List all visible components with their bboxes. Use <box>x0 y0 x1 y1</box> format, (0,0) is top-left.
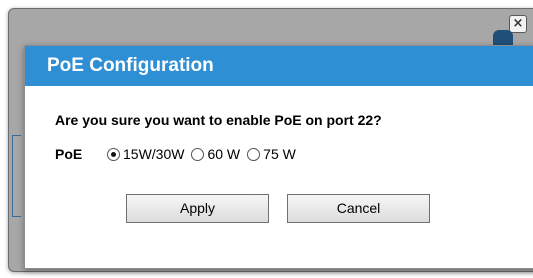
poe-label: PoE <box>55 146 83 162</box>
radio-label-75w: 75 W <box>263 146 296 162</box>
radio-icon[interactable] <box>191 147 205 161</box>
apply-button[interactable]: Apply <box>126 194 269 223</box>
cancel-button[interactable]: Cancel <box>287 194 430 223</box>
radio-option-15w-30w[interactable]: 15W/30W <box>107 146 184 162</box>
radio-icon[interactable] <box>107 147 120 161</box>
background-panel-edge <box>12 135 21 217</box>
screen: × PoE Configuration Are you sure you wan… <box>0 0 533 278</box>
dialog-titlebar: PoE Configuration <box>25 46 533 86</box>
poe-configuration-dialog: PoE Configuration Are you sure you want … <box>24 45 533 269</box>
radio-option-75w[interactable]: 75 W <box>247 146 296 162</box>
dialog-title: PoE Configuration <box>47 55 214 76</box>
radio-label-15w-30w: 15W/30W <box>123 146 185 162</box>
radio-icon[interactable] <box>247 147 261 161</box>
radio-label-60w: 60 W <box>207 146 241 162</box>
close-icon[interactable]: × <box>509 15 527 33</box>
poe-option-row: PoE 15W/30W 60 W 75 W <box>55 146 303 162</box>
confirmation-question: Are you sure you want to enable PoE on p… <box>55 112 382 128</box>
radio-option-60w[interactable]: 60 W <box>191 146 240 162</box>
